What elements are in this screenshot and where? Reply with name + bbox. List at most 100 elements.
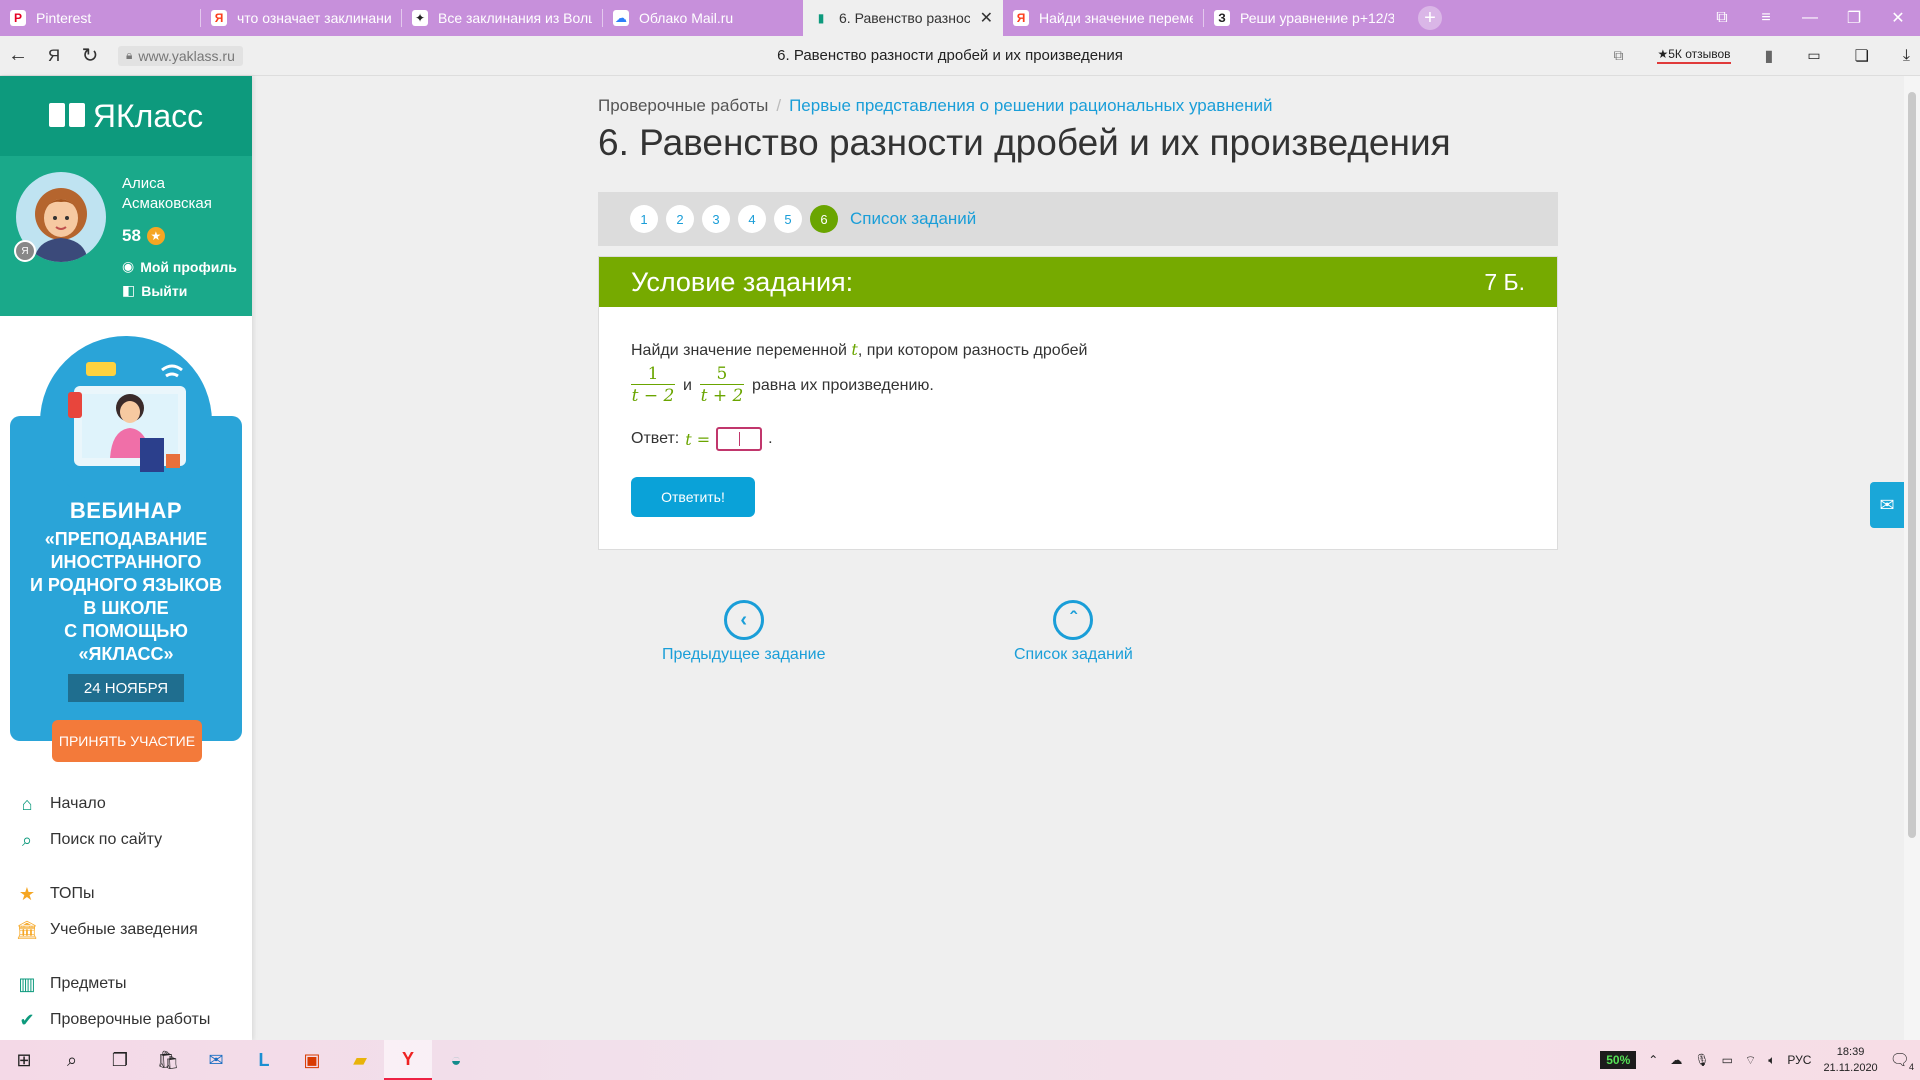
volume-icon[interactable]: 🔈︎: [1768, 1053, 1775, 1068]
yandex-browser-icon[interactable]: Y: [384, 1040, 432, 1080]
tab-4[interactable]: ☁ Облако Mail.ru: [603, 0, 803, 36]
star-icon: ★: [18, 883, 36, 904]
pager-item-2[interactable]: 2: [666, 205, 694, 233]
breadcrumb-root[interactable]: Проверочные работы: [598, 96, 768, 115]
tab-5[interactable]: ▮ 6. Равенство разности д ✕: [803, 0, 1003, 36]
yandex-icon: Я: [1013, 10, 1029, 26]
task-pager: 123456 Список заданий: [598, 192, 1558, 246]
mail-app-icon[interactable]: ✉: [192, 1040, 240, 1080]
task-question: Найди значение переменной t, при котором…: [631, 340, 1088, 359]
book-logo-icon: [48, 103, 85, 129]
task-header-title: Условие задания:: [631, 266, 854, 297]
answer-input[interactable]: [716, 427, 763, 451]
sidebar-item-tests[interactable]: ✔ Проверочные работы: [0, 1002, 252, 1038]
yandex-icon: Я: [211, 10, 227, 26]
url-field[interactable]: 🔒︎ www.yaklass.ru: [118, 45, 243, 66]
pager-item-3[interactable]: 3: [702, 205, 730, 233]
pager-item-5[interactable]: 5: [774, 205, 802, 233]
join-webinar-button[interactable]: ПРИНЯТЬ УЧАСТИЕ: [52, 720, 202, 762]
battery-icon[interactable]: ▭: [1722, 1053, 1733, 1067]
sidebar-item-search[interactable]: ⌕ Поиск по сайту: [0, 822, 252, 858]
restore-icon[interactable]: ❐: [1832, 8, 1876, 28]
task-list-link[interactable]: Список заданий: [850, 209, 976, 229]
collections-icon[interactable]: ❏: [1855, 46, 1869, 66]
onedrive-icon[interactable]: ☁: [1670, 1053, 1682, 1067]
address-bar: ← Я ↻ 🔒︎ www.yaklass.ru 6. Равенство раз…: [0, 36, 1920, 76]
sidebar-item-tops[interactable]: ★ ТОПы: [0, 876, 252, 912]
role-badge-icon: Я: [14, 240, 36, 262]
my-profile-link[interactable]: ◉ Мой профиль: [122, 258, 237, 275]
webinar-banner[interactable]: ВЕБИНАР «ПРЕПОДАВАНИЕ ИНОСТРАННОГО И РОД…: [10, 336, 242, 762]
pager-item-1[interactable]: 1: [630, 205, 658, 233]
new-tab-button[interactable]: +: [1418, 6, 1442, 30]
edge-icon[interactable]: ◒: [432, 1040, 480, 1080]
pager-item-6[interactable]: 6: [810, 205, 838, 233]
tab-label: Pinterest: [36, 10, 92, 26]
reload-icon[interactable]: ↻: [72, 43, 108, 68]
breadcrumb: Проверочные работы / Первые представления …: [598, 96, 1273, 115]
back-icon[interactable]: ←: [0, 44, 36, 67]
battery-indicator[interactable]: 50%: [1600, 1051, 1637, 1069]
logo-text: ЯКласс: [92, 97, 204, 134]
chevron-up-icon[interactable]: ⌃: [1648, 1053, 1658, 1067]
download-icon[interactable]: ⤓: [1903, 47, 1910, 65]
tab-label: что означает заклинание: [237, 10, 391, 26]
submit-answer-button[interactable]: Ответить!: [631, 477, 755, 517]
l-app-icon[interactable]: L: [240, 1040, 288, 1080]
star-icon: ★: [146, 227, 165, 245]
url-text: www.yaklass.ru: [138, 47, 235, 64]
site-logo[interactable]: ЯКласс: [0, 76, 252, 156]
pager-item-4[interactable]: 4: [738, 205, 766, 233]
task-navigation: ‹ Предыдущее задание ˆ Список заданий: [598, 600, 1558, 680]
menu-icon[interactable]: ≡: [1744, 9, 1788, 27]
battery-saver-icon[interactable]: ▭: [1807, 47, 1820, 64]
close-tab-icon[interactable]: ✕: [980, 8, 993, 28]
task-header: Условие задания: 7 Б.: [599, 257, 1557, 307]
breadcrumb-link[interactable]: Первые представления о решении рациональ…: [789, 96, 1272, 115]
search-icon[interactable]: ⌕: [48, 1040, 96, 1080]
page-scrollbar[interactable]: [1904, 76, 1920, 1040]
task-list-bottom-link[interactable]: ˆ Список заданий: [1014, 600, 1133, 664]
tab-strip: P Pinterest Ячто означает заклинание ✦ Все з…: [0, 0, 1404, 36]
tab-label: 6. Равенство разности д: [839, 10, 970, 26]
tab-2[interactable]: Ячто означает заклинание: [201, 0, 401, 36]
logout-link[interactable]: ◧ Выйти: [122, 282, 187, 299]
scrollbar-thumb[interactable]: [1908, 92, 1916, 838]
minimize-icon[interactable]: —: [1788, 9, 1832, 27]
sidebar-item-home[interactable]: ⌂ Начало: [0, 786, 252, 822]
prev-task-link[interactable]: ‹ Предыдущее задание: [662, 600, 825, 664]
teacher-illustration-icon: [68, 362, 186, 472]
clock[interactable]: 18:39 21.11.2020: [1823, 1044, 1877, 1076]
store-icon[interactable]: 🛍︎: [144, 1040, 192, 1080]
user-name[interactable]: Алиса Асмаковская: [122, 174, 212, 214]
close-window-icon[interactable]: ✕: [1876, 8, 1920, 28]
notifications-icon[interactable]: 🗨︎ 4: [1890, 1050, 1914, 1072]
home-icon: ⌂: [21, 793, 33, 814]
office-icon[interactable]: ▣: [288, 1040, 336, 1080]
tab-label: Найди значение перемен: [1039, 10, 1193, 26]
pinterest-icon: P: [10, 10, 26, 26]
tab-6[interactable]: Я Найди значение перемен: [1003, 0, 1203, 36]
language-indicator[interactable]: РУС: [1787, 1053, 1811, 1067]
tab-1[interactable]: P Pinterest: [0, 0, 200, 36]
mail-icon[interactable]: ✉: [1870, 482, 1904, 528]
windows-start-icon[interactable]: ⊞: [0, 1040, 48, 1080]
task-view-icon[interactable]: ❐: [96, 1040, 144, 1080]
tab-label: Облако Mail.ru: [639, 10, 734, 26]
tabs-overview-icon[interactable]: ⧉: [1700, 9, 1744, 27]
wifi-icon[interactable]: ⌔: [1745, 1053, 1756, 1068]
system-tray: 50% ⌃ ☁ 🎙︎ ▭ ⌔ 🔈︎ РУС 18:39 21.11.2020 🗨…: [1600, 1040, 1914, 1080]
sidebar-item-subjects[interactable]: ▥ Предметы: [0, 966, 252, 1002]
task-formula: 1 t − 2 и 5 t + 2 равна их произведению.: [631, 364, 934, 406]
microphone-icon[interactable]: 🎙︎: [1694, 1053, 1709, 1067]
file-explorer-icon[interactable]: ▰: [336, 1040, 384, 1080]
translate-icon[interactable]: ⧉: [1613, 47, 1623, 64]
chevron-up-icon: ˆ: [1053, 600, 1094, 640]
tab-3[interactable]: ✦ Все заклинания из Волше: [402, 0, 602, 36]
tab-7[interactable]: З Реши уравнение p+12/3=: [1204, 0, 1404, 36]
reviews-badge[interactable]: ★5К отзывов: [1657, 47, 1731, 64]
bookmark-icon[interactable]: ▮: [1765, 46, 1774, 66]
sidebar-item-schools[interactable]: 🏛︎ Учебные заведения: [0, 912, 252, 948]
yandex-home-icon[interactable]: Я: [36, 46, 72, 66]
task-points: 7 Б.: [1484, 268, 1525, 295]
